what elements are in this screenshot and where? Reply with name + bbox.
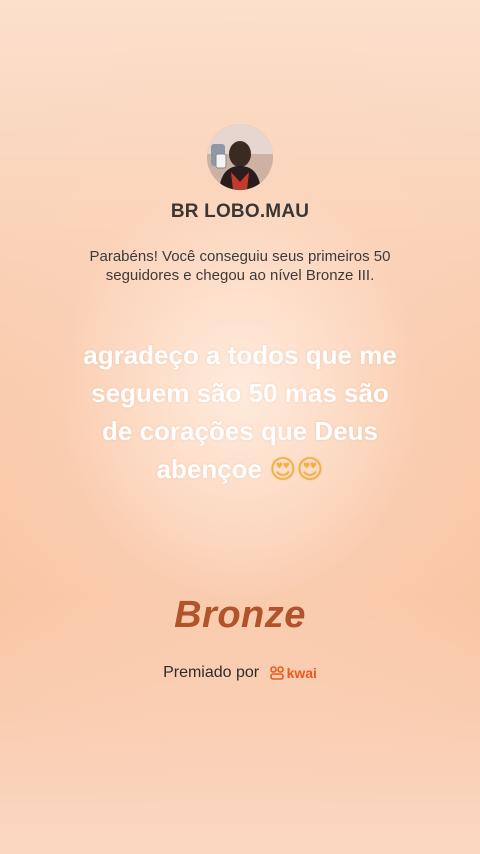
username: BR LOBO.MAU <box>170 201 310 222</box>
level-badge-title: Bronze <box>174 594 306 636</box>
heart-eyes-emoji: 😍😍 <box>269 455 324 485</box>
achievement-message: Parabéns! Você conseguiu seus primeiros … <box>89 248 391 284</box>
awarded-by: Premiado por kwai <box>0 664 480 682</box>
kwai-logo-icon <box>269 665 284 680</box>
awarded-label: Premiado por <box>163 664 260 681</box>
caption: agradeço a todos que me seguem são 50 ma… <box>80 336 400 489</box>
user-avatar-image <box>207 124 273 190</box>
caption-text: agradeço a todos que me seguem são 50 ma… <box>83 340 397 484</box>
avatar[interactable] <box>207 124 273 190</box>
brand-name: kwai <box>286 664 317 681</box>
kwai-brand[interactable]: kwai <box>269 664 317 681</box>
